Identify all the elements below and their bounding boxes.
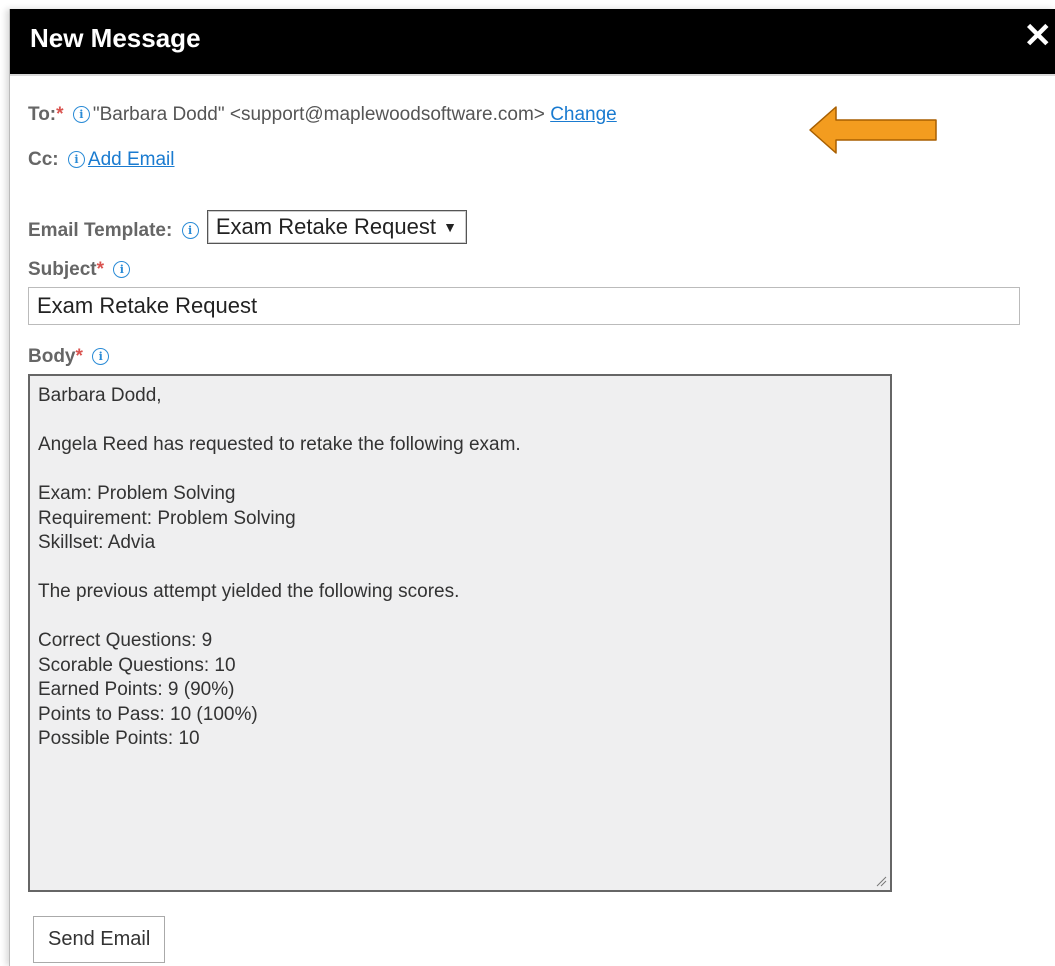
body-line bbox=[38, 409, 882, 434]
body-label-row: Body* i bbox=[28, 346, 112, 368]
to-label: To: bbox=[28, 104, 57, 125]
subject-input[interactable]: Exam Retake Request bbox=[28, 287, 1020, 325]
to-row: To:* i "Barbara Dodd" <support@maplewoods… bbox=[28, 104, 617, 126]
info-icon[interactable]: i bbox=[67, 151, 85, 168]
body-content: Barbara Dodd, Angela Reed has requested t… bbox=[38, 384, 882, 752]
dialog-titlebar: New Message ✕ bbox=[10, 9, 1055, 76]
body-line: Points to Pass: 10 (100%) bbox=[38, 703, 258, 725]
template-select[interactable]: Exam Retake Request ▼ bbox=[206, 210, 467, 244]
body-line: Correct Questions: 9 bbox=[38, 630, 213, 651]
new-message-dialog: New Message ✕ To:* i "Barbara Dodd" <supp… bbox=[9, 9, 1055, 966]
body-label: Body bbox=[28, 346, 76, 367]
required-mark: * bbox=[56, 104, 64, 125]
required-mark: * bbox=[96, 259, 105, 280]
change-recipient-link[interactable]: Change bbox=[550, 104, 617, 125]
body-textarea[interactable]: Barbara Dodd, Angela Reed has requested t… bbox=[28, 374, 892, 892]
to-recipient: "Barbara Dodd" <support@maplewoodsoftwar… bbox=[92, 104, 545, 125]
chevron-down-icon: ▼ bbox=[443, 219, 457, 235]
body-line bbox=[38, 458, 882, 483]
subject-label-row: Subject* i bbox=[28, 259, 133, 281]
body-line: Skillset: Advia bbox=[38, 532, 156, 553]
subject-label: Subject bbox=[28, 259, 97, 280]
close-icon[interactable]: ✕ bbox=[1024, 19, 1053, 53]
body-line: The previous attempt yielded the followi… bbox=[38, 581, 460, 602]
add-email-link[interactable]: Add Email bbox=[88, 149, 175, 170]
body-line: Possible Points: 10 bbox=[38, 728, 200, 749]
body-line bbox=[38, 605, 882, 630]
cc-label: Cc: bbox=[28, 149, 59, 170]
template-selected-value: Exam Retake Request bbox=[215, 214, 436, 239]
resize-handle-icon[interactable] bbox=[875, 875, 887, 887]
body-line: Scorable Questions: 10 bbox=[38, 654, 236, 676]
cc-row: Cc: i Add Email bbox=[28, 149, 175, 171]
template-row: Email Template: i Exam Retake Request ▼ bbox=[28, 210, 467, 246]
info-icon[interactable]: i bbox=[181, 222, 199, 239]
body-line: Angela Reed has requested to retake the … bbox=[38, 434, 521, 455]
template-label: Email Template: bbox=[28, 220, 173, 241]
body-line: Exam: Problem Solving bbox=[38, 483, 236, 504]
body-line: Earned Points: 9 (90%) bbox=[38, 679, 235, 700]
info-icon[interactable]: i bbox=[113, 261, 131, 278]
dialog-title: New Message bbox=[30, 23, 201, 53]
send-email-button[interactable]: Send Email bbox=[33, 916, 166, 963]
required-mark: * bbox=[75, 346, 83, 367]
body-line: Barbara Dodd, bbox=[38, 385, 162, 406]
arrow-left-icon bbox=[809, 106, 937, 154]
body-line: Requirement: Problem Solving bbox=[38, 507, 296, 529]
body-line bbox=[38, 556, 882, 581]
info-icon[interactable]: i bbox=[72, 106, 90, 123]
info-icon[interactable]: i bbox=[92, 348, 110, 365]
